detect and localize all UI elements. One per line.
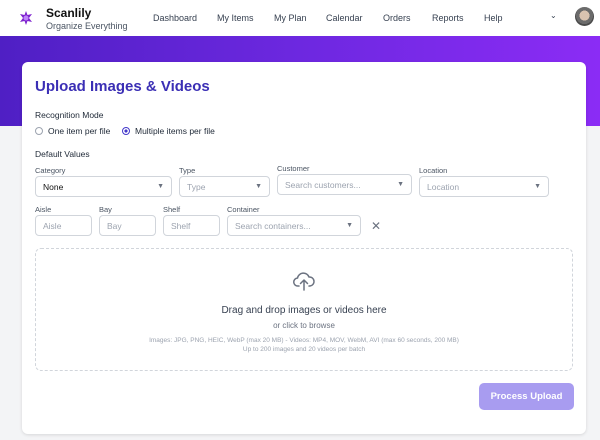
radio-selected-icon[interactable] [122,127,130,135]
aisle-label: Aisle [35,205,52,214]
type-label: Type [179,166,196,175]
customer-label: Customer [277,164,310,173]
category-select[interactable]: None ▼ [35,176,172,197]
chevron-down-icon: ▼ [397,181,404,188]
location-placeholder: Location [427,181,460,192]
radio-label: Multiple items per file [135,126,215,136]
nav-orders[interactable]: Orders [383,13,411,23]
nav-help[interactable]: Help [484,13,503,23]
nav-my-plan[interactable]: My Plan [274,13,307,23]
default-values-label: Default Values [35,149,90,159]
type-placeholder: Type [187,181,206,192]
supported-formats: Images: JPG, PNG, HEIC, WebP (max 20 MB)… [149,337,459,344]
container-label: Container [227,205,260,214]
dropzone-title: Drag and drop images or videos here [221,305,387,316]
nav-reports[interactable]: Reports [432,13,464,23]
radio-multiple-items[interactable]: Multiple items per file [122,126,215,136]
category-label: Category [35,166,66,175]
clear-container-close-icon[interactable]: ✕ [371,219,381,233]
radio-label: One item per file [48,126,111,136]
chevron-down-icon: ▼ [534,183,541,190]
recognition-mode-label: Recognition Mode [35,110,104,120]
shelf-placeholder: Shelf [171,220,191,231]
shelf-input[interactable]: Shelf [163,215,220,236]
type-select[interactable]: Type ▼ [179,176,270,197]
process-upload-button[interactable]: Process Upload [479,383,574,410]
shelf-label: Shelf [163,205,181,214]
category-value: None [43,181,64,192]
chevron-down-icon: ▼ [157,183,164,190]
avatar[interactable] [575,7,594,26]
batch-limits: Up to 200 images and 20 videos per batch [242,346,366,353]
chevron-down-icon: ▼ [346,222,353,229]
radio-icon[interactable] [35,127,43,135]
nav-my-items[interactable]: My Items [217,13,254,23]
upload-card: Upload Images & Videos Recognition Mode … [22,62,586,434]
upload-dropzone[interactable]: Drag and drop images or videos here or c… [35,248,573,371]
location-label: Location [419,166,448,175]
chevron-down-icon[interactable]: ⌄ [550,11,557,20]
customer-search[interactable]: Search customers... ▼ [277,174,412,195]
page-title: Upload Images & Videos [35,78,210,95]
aisle-placeholder: Aisle [43,220,62,231]
bay-label: Bay [99,205,112,214]
bay-input[interactable]: Bay [99,215,156,236]
container-search[interactable]: Search containers... ▼ [227,215,361,236]
app-tagline: Organize Everything [46,21,128,31]
nav-calendar[interactable]: Calendar [326,13,363,23]
cloud-upload-icon [293,272,315,291]
top-nav: Scanlily Organize Everything Dashboard M… [0,0,600,36]
nav-dashboard[interactable]: Dashboard [153,13,197,23]
radio-one-item[interactable]: One item per file [35,126,110,136]
container-placeholder: Search containers... [235,220,311,231]
browse-link[interactable]: or click to browse [36,321,572,330]
location-select[interactable]: Location ▼ [419,176,549,197]
app-name[interactable]: Scanlily [46,6,91,20]
logo-icon [20,11,32,25]
aisle-input[interactable]: Aisle [35,215,92,236]
chevron-down-icon: ▼ [255,183,262,190]
customer-placeholder: Search customers... [285,179,361,190]
bay-placeholder: Bay [107,220,122,231]
